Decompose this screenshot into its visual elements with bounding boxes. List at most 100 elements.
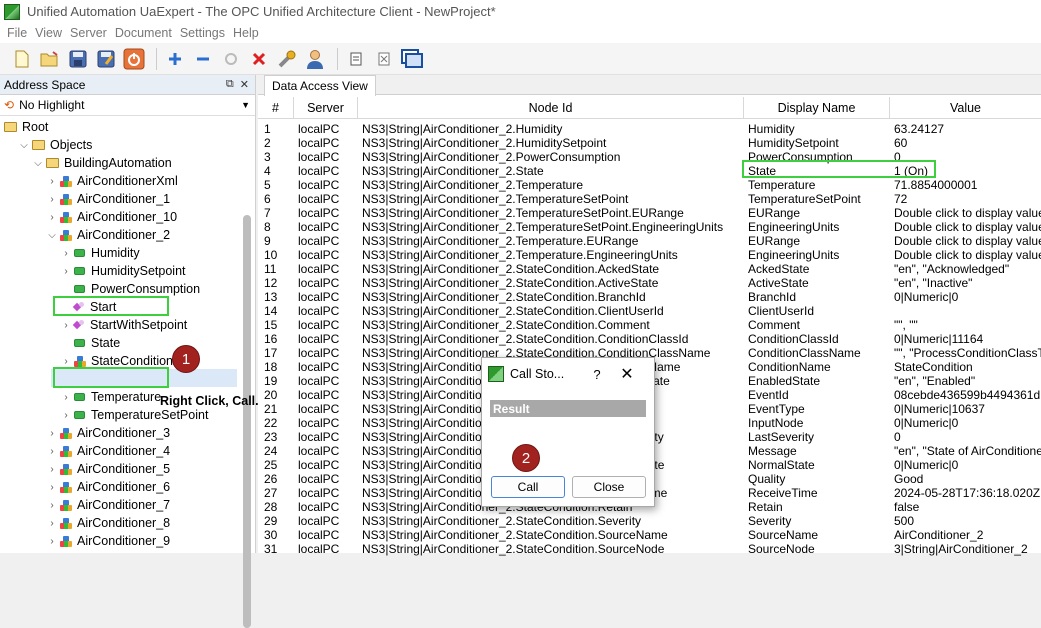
tree-scrollbar[interactable]	[243, 215, 251, 628]
power-icon[interactable]	[122, 47, 146, 71]
menu-server[interactable]: Server	[66, 26, 111, 40]
chevron-right-icon[interactable]: ›	[46, 212, 58, 223]
tree-item[interactable]: Root	[4, 118, 48, 136]
table-row[interactable]: 1 localPC NS3|String|AirConditioner_2.Humi…	[258, 122, 1041, 136]
menu-view[interactable]: View	[31, 26, 66, 40]
tree-item[interactable]: State	[60, 334, 120, 352]
tree-item[interactable]: › AirConditioner_8	[46, 514, 170, 532]
tree-item[interactable]: ⌵ AirConditioner_2	[46, 226, 170, 244]
add-server-icon[interactable]	[163, 47, 187, 71]
col-header-node-id[interactable]: Node Id	[358, 97, 744, 119]
table-row[interactable]: 14 localPC NS3|String|AirConditioner_2.Sta…	[258, 304, 1041, 318]
menu-settings[interactable]: Settings	[176, 26, 229, 40]
chevron-right-icon[interactable]: ›	[46, 536, 58, 547]
remove-server-icon[interactable]	[191, 47, 215, 71]
connect-icon[interactable]	[219, 47, 243, 71]
table-row[interactable]: 5 localPC NS3|String|AirConditioner_2.Temp…	[258, 178, 1041, 192]
chevron-right-icon[interactable]: ›	[46, 482, 58, 493]
table-row[interactable]: 7 localPC NS3|String|AirConditioner_2.Temp…	[258, 206, 1041, 220]
close-panel-icon[interactable]: ✕	[240, 78, 249, 91]
tree-item[interactable]: › AirConditionerXml	[46, 172, 177, 190]
tree-item[interactable]: ⌵ Objects	[18, 136, 92, 154]
chevron-right-icon[interactable]: ›	[46, 194, 58, 205]
tree-item[interactable]: › Temperature	[60, 388, 161, 406]
document-remove-icon[interactable]	[372, 47, 396, 71]
menu-help[interactable]: Help	[229, 26, 263, 40]
chevron-right-icon[interactable]: ›	[60, 410, 72, 421]
chevron-right-icon[interactable]: ›	[46, 176, 58, 187]
cell-value: AirConditioner_2	[894, 528, 984, 542]
table-row[interactable]: 29 localPC NS3|String|AirConditioner_2.Sta…	[258, 514, 1041, 528]
disconnect-icon[interactable]	[247, 47, 271, 71]
tab-data-access-view[interactable]: Data Access View	[264, 75, 376, 96]
table-row[interactable]: 2 localPC NS3|String|AirConditioner_2.Humi…	[258, 136, 1041, 150]
table-row[interactable]: 31 localPC NS3|String|AirConditioner_2.Sta…	[258, 542, 1041, 556]
table-row[interactable]: 9 localPC NS3|String|AirConditioner_2.Temp…	[258, 234, 1041, 248]
tree-item[interactable]: › AirConditioner_5	[46, 460, 170, 478]
tree-item[interactable]: › StartWithSetpoint	[60, 316, 187, 334]
call-button[interactable]: Call	[491, 476, 565, 498]
float-panel-icon[interactable]: ⧉	[226, 78, 234, 91]
chevron-down-icon[interactable]: ⌵	[32, 158, 44, 169]
save-as-icon[interactable]	[94, 47, 118, 71]
col-header-number[interactable]: #	[258, 97, 294, 119]
chevron-right-icon[interactable]: ›	[60, 320, 72, 331]
variable-icon	[74, 411, 85, 419]
table-row[interactable]: 10 localPC NS3|String|AirConditioner_2.Tem…	[258, 248, 1041, 262]
chevron-right-icon[interactable]: ›	[60, 392, 72, 403]
table-row[interactable]: 30 localPC NS3|String|AirConditioner_2.Sta…	[258, 528, 1041, 542]
chevron-down-icon[interactable]: ⌵	[46, 230, 58, 241]
table-row[interactable]: 8 localPC NS3|String|AirConditioner_2.Temp…	[258, 220, 1041, 234]
tree-item[interactable]: › AirConditioner_4	[46, 442, 170, 460]
document-add-icon[interactable]	[344, 47, 368, 71]
close-button[interactable]: Close	[572, 476, 646, 498]
cell-value: Double click to display value	[894, 206, 1041, 220]
new-document-icon[interactable]	[10, 47, 34, 71]
col-header-server[interactable]: Server	[294, 97, 358, 119]
table-row[interactable]: 13 localPC NS3|String|AirConditioner_2.Sta…	[258, 290, 1041, 304]
chevron-right-icon[interactable]: ›	[46, 464, 58, 475]
open-folder-icon[interactable]	[38, 47, 62, 71]
tree-item[interactable]: › AirConditioner_6	[46, 478, 170, 496]
cell-number: 14	[264, 304, 278, 318]
tree-item[interactable]: › AirConditioner_1	[46, 190, 170, 208]
table-row[interactable]: 12 localPC NS3|String|AirConditioner_2.Sta…	[258, 276, 1041, 290]
chevron-down-icon[interactable]: ⌵	[18, 140, 30, 151]
menu-file[interactable]: File	[3, 26, 31, 40]
close-icon[interactable]: ✕	[612, 364, 642, 384]
table-row[interactable]: 6 localPC NS3|String|AirConditioner_2.Temp…	[258, 192, 1041, 206]
cell-node-id: NS3|String|AirConditioner_2.State	[362, 164, 544, 178]
cell-value: Double click to display value	[894, 248, 1041, 262]
cell-number: 12	[264, 276, 278, 290]
tree-item[interactable]: › AirConditioner_10	[46, 208, 177, 226]
cell-value: "", ""	[894, 318, 918, 332]
tree-item[interactable]: › AirConditioner_9	[46, 532, 170, 550]
col-header-display-name[interactable]: Display Name	[744, 97, 890, 119]
chevron-right-icon[interactable]: ›	[60, 248, 72, 259]
chevron-right-icon[interactable]: ›	[60, 266, 72, 277]
highlight-filter-dropdown[interactable]: ⟲ No Highlight ▼	[0, 95, 255, 116]
chevron-right-icon[interactable]: ›	[46, 500, 58, 511]
tree-item[interactable]: › HumiditySetpoint	[60, 262, 185, 280]
chevron-right-icon[interactable]: ›	[46, 518, 58, 529]
save-icon[interactable]	[66, 47, 90, 71]
tree-item[interactable]: ⌵ BuildingAutomation	[32, 154, 172, 172]
cell-display-name: ActiveState	[748, 276, 809, 290]
cell-server: localPC	[298, 122, 340, 136]
settings-wrench-icon[interactable]	[275, 47, 299, 71]
tree-item[interactable]: › TemperatureSetPoint	[60, 406, 208, 424]
help-icon[interactable]: ?	[582, 367, 612, 382]
table-row[interactable]: 11 localPC NS3|String|AirConditioner_2.Sta…	[258, 262, 1041, 276]
window-icon[interactable]	[400, 47, 424, 71]
tree-item[interactable]: › AirConditioner_7	[46, 496, 170, 514]
table-row[interactable]: 15 localPC NS3|String|AirConditioner_2.Sta…	[258, 318, 1041, 332]
chevron-right-icon[interactable]: ›	[46, 446, 58, 457]
tree-item[interactable]: › Humidity	[60, 244, 139, 262]
user-icon[interactable]	[303, 47, 327, 71]
tree-item[interactable]: › AirConditioner_3	[46, 424, 170, 442]
col-header-value[interactable]: Value	[890, 97, 1041, 119]
table-row[interactable]: 16 localPC NS3|String|AirConditioner_2.Sta…	[258, 332, 1041, 346]
chevron-right-icon[interactable]: ›	[46, 428, 58, 439]
chevron-right-icon[interactable]: ›	[60, 356, 72, 367]
menu-document[interactable]: Document	[111, 26, 176, 40]
